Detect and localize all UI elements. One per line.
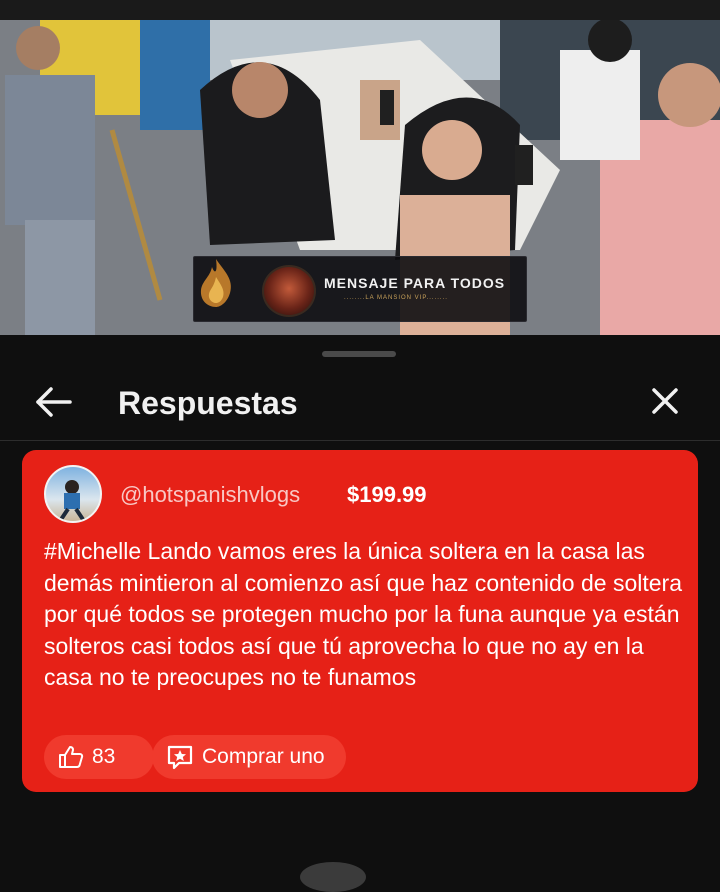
close-icon[interactable] — [640, 380, 690, 424]
panel-header: Respuestas — [0, 365, 720, 440]
banner-title: MENSAJE PARA TODOS — [324, 275, 506, 291]
buy-label: Comprar uno — [202, 745, 325, 768]
buy-super-chat-button[interactable]: Comprar uno — [152, 735, 346, 779]
author-name[interactable]: @hotspanishvlogs — [120, 482, 300, 508]
super-chat-amount: $199.99 — [347, 482, 427, 507]
drag-handle[interactable] — [322, 351, 396, 357]
video-player[interactable]: MENSAJE PARA TODOS ........LA MANSION VI… — [0, 20, 720, 335]
mansion-logo-icon — [262, 265, 316, 317]
avatar[interactable] — [44, 465, 102, 523]
panel-title: Respuestas — [118, 385, 298, 421]
arrow-left-icon[interactable] — [28, 380, 78, 424]
flame-logo-icon — [200, 259, 231, 307]
avatar-photo — [58, 480, 86, 521]
status-bar — [0, 0, 720, 20]
super-chat-icon — [167, 745, 193, 770]
video-overlay-banner: MENSAJE PARA TODOS ........LA MANSION VI… — [193, 256, 527, 322]
header-divider — [0, 440, 720, 441]
like-button[interactable]: 83 — [44, 735, 154, 779]
super-chat-message: #Michelle Lando vamos eres la única solt… — [44, 538, 682, 690]
like-count: 83 — [92, 745, 116, 768]
bottom-handle — [300, 862, 366, 892]
banner-subtitle: ........LA MANSION VIP........ — [344, 295, 448, 301]
super-chat-card: @hotspanishvlogs $199.99 #Michelle Lando… — [22, 450, 698, 792]
thumbs-up-icon — [59, 746, 84, 768]
